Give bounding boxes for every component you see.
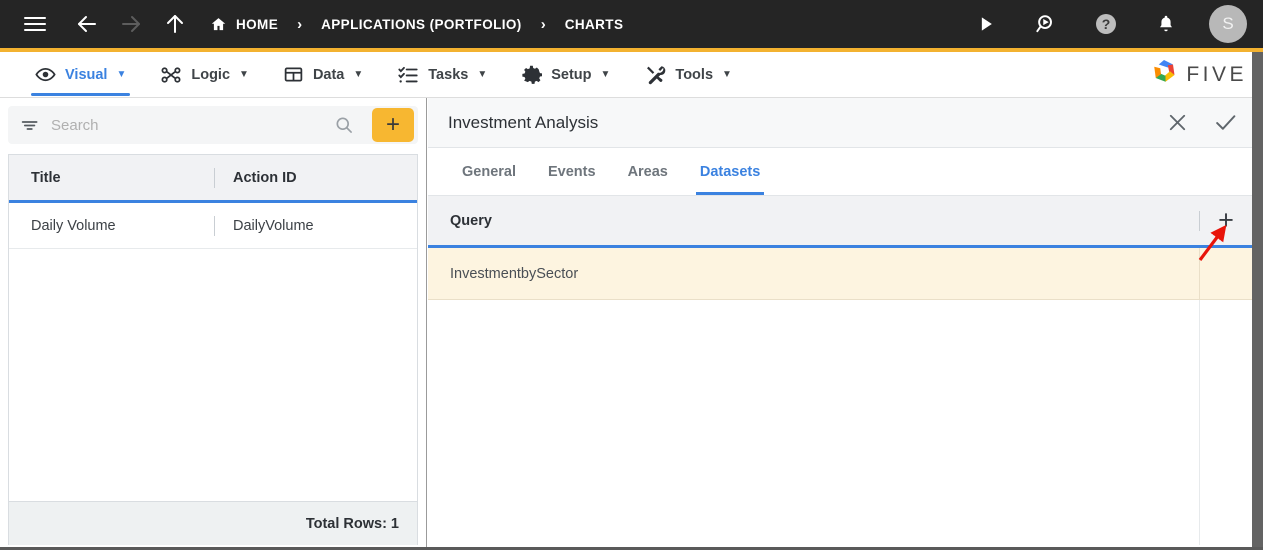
breadcrumb: HOME › APPLICATIONS (PORTFOLIO) › CHARTS: [210, 0, 623, 48]
breadcrumb-separator-2: ›: [540, 15, 546, 33]
notifications-icon[interactable]: [1149, 7, 1183, 41]
page-title: Investment Analysis: [448, 112, 599, 132]
add-chart-button[interactable]: +: [372, 108, 414, 142]
datasets-table: Query + InvestmentbySector: [428, 196, 1252, 545]
breadcrumb-label-home: HOME: [236, 16, 279, 32]
brand-wordmark: FIVE: [1186, 62, 1247, 86]
close-icon[interactable]: [1166, 111, 1189, 134]
chevron-down-icon: ▼: [477, 68, 488, 80]
module-tab-tasks[interactable]: Tasks ▼: [380, 52, 504, 97]
search-bar: +: [8, 106, 418, 144]
top-navigation-bar: HOME › APPLICATIONS (PORTFOLIO) › CHARTS…: [0, 0, 1263, 52]
app-window: HOME › APPLICATIONS (PORTFOLIO) › CHARTS…: [0, 0, 1263, 550]
column-header-query[interactable]: Query: [450, 213, 492, 229]
back-arrow-icon[interactable]: [70, 7, 104, 41]
detail-pane: Investment Analysis General Events Areas: [428, 98, 1252, 547]
tab-label-events: Events: [548, 163, 596, 180]
active-indicator: [695, 192, 765, 195]
help-icon[interactable]: ?: [1089, 7, 1123, 41]
module-tab-setup[interactable]: Setup ▼: [504, 52, 627, 97]
datasets-empty-area: [428, 300, 1252, 545]
cell-divider: [1199, 247, 1200, 300]
module-tab-data[interactable]: Data ▼: [266, 52, 380, 97]
total-rows-label: Total Rows: 1: [305, 515, 399, 532]
detail-header: Investment Analysis: [428, 98, 1252, 148]
search-run-icon[interactable]: [1029, 7, 1063, 41]
menu-icon[interactable]: [18, 7, 52, 41]
checklist-icon: [397, 64, 419, 86]
breadcrumb-item-applications[interactable]: APPLICATIONS (PORTFOLIO): [321, 17, 522, 32]
plus-icon: +: [385, 111, 400, 138]
cell-action-id: DailyVolume: [233, 217, 314, 234]
eye-icon: [35, 64, 56, 85]
tab-datasets[interactable]: Datasets: [684, 148, 776, 195]
tab-label-general: General: [462, 163, 516, 180]
table-header-row: Title Action ID: [9, 155, 417, 203]
run-icon[interactable]: [969, 7, 1003, 41]
topbar-actions: ? S: [969, 5, 1247, 43]
chevron-down-icon: ▼: [239, 68, 249, 80]
table-body: Daily Volume DailyVolume: [9, 203, 417, 501]
table-footer: Total Rows: 1: [9, 501, 417, 545]
module-tab-label-data: Data: [312, 66, 345, 83]
avatar[interactable]: S: [1209, 5, 1247, 43]
gear-icon: [521, 64, 543, 85]
brand-logo: FIVE: [1149, 52, 1263, 97]
logic-icon: [160, 64, 182, 86]
module-tab-label-setup: Setup: [551, 66, 592, 83]
filter-icon[interactable]: [20, 115, 41, 136]
breadcrumb-item-home[interactable]: HOME: [210, 16, 278, 33]
tools-icon: [644, 64, 666, 86]
breadcrumb-separator-1: ›: [297, 15, 303, 33]
datasets-header-row: Query +: [428, 196, 1252, 248]
left-list-pane: + Title Action ID Daily Volume DailyVolu…: [0, 98, 427, 547]
confirm-check-icon[interactable]: [1213, 110, 1238, 135]
home-icon: [210, 16, 227, 33]
hamburger-glyph: [24, 17, 46, 31]
tab-general[interactable]: General: [446, 148, 532, 195]
module-tab-bar: Visual ▼ Logic ▼ Data ▼ Tasks ▼ Setup ▼ …: [0, 52, 1263, 98]
detail-header-actions: [1166, 110, 1238, 135]
search-input[interactable]: [51, 116, 316, 134]
charts-table: Title Action ID Daily Volume DailyVolume…: [8, 154, 418, 545]
column-header-title[interactable]: Title: [9, 170, 214, 186]
module-tab-label-tools: Tools: [675, 66, 714, 83]
tab-label-areas: Areas: [627, 163, 668, 180]
window-scroll-gutter[interactable]: [1252, 52, 1263, 547]
five-pinwheel-icon: [1149, 57, 1179, 92]
module-tab-label-tasks: Tasks: [428, 66, 469, 83]
chevron-down-icon: ▼: [600, 68, 611, 80]
chevron-down-icon: ▼: [722, 68, 732, 80]
up-arrow-icon[interactable]: [158, 7, 192, 41]
detail-tab-bar: General Events Areas Datasets: [428, 148, 1252, 196]
add-dataset-button[interactable]: +: [1200, 207, 1252, 234]
module-tab-tools[interactable]: Tools ▼: [627, 52, 749, 97]
cell-query: InvestmentbySector: [450, 265, 579, 282]
plus-icon: +: [1218, 205, 1234, 235]
table-row[interactable]: Daily Volume DailyVolume: [9, 203, 417, 249]
table-row[interactable]: InvestmentbySector: [428, 247, 1252, 300]
search-icon[interactable]: [326, 115, 362, 135]
tab-areas[interactable]: Areas: [612, 148, 684, 195]
breadcrumb-item-charts[interactable]: CHARTS: [565, 17, 624, 32]
module-tab-label-visual: Visual: [65, 66, 108, 83]
tab-label-datasets: Datasets: [699, 163, 761, 180]
breadcrumb-label-charts: CHARTS: [564, 16, 624, 32]
module-tab-label-logic: Logic: [191, 66, 231, 83]
chevron-down-icon: ▼: [116, 68, 127, 80]
svg-text:?: ?: [1102, 16, 1111, 32]
module-tab-logic[interactable]: Logic ▼: [143, 52, 266, 97]
cell-title: Daily Volume: [31, 217, 116, 234]
table-icon: [283, 64, 304, 85]
breadcrumb-label-applications: APPLICATIONS (PORTFOLIO): [321, 16, 522, 32]
active-indicator: [31, 93, 131, 96]
column-header-action-id[interactable]: Action ID: [215, 170, 417, 186]
forward-arrow-icon: [114, 7, 148, 41]
module-tab-visual[interactable]: Visual ▼: [18, 52, 143, 97]
avatar-initial: S: [1222, 14, 1234, 33]
chevron-down-icon: ▼: [353, 68, 364, 80]
tab-events[interactable]: Events: [532, 148, 612, 195]
